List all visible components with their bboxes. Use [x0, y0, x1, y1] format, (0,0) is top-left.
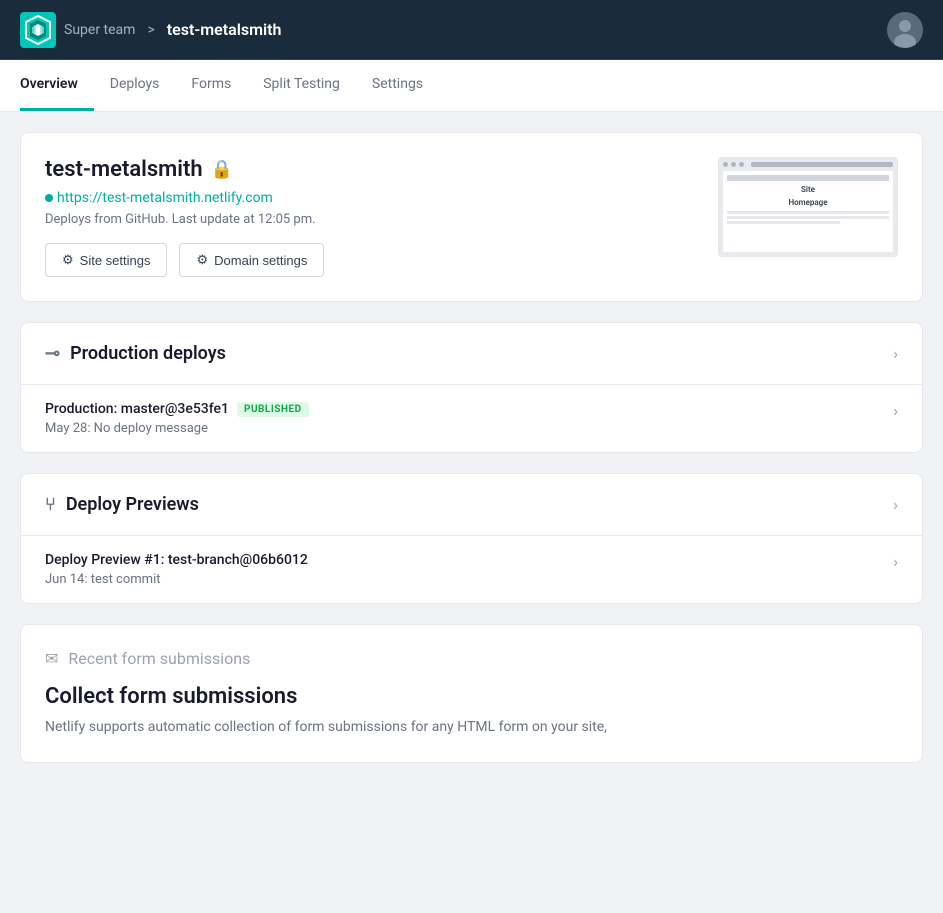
netlify-logo [20, 12, 56, 48]
pr-icon: ⑂ [45, 494, 56, 515]
preview-heading: Homepage [788, 198, 827, 207]
button-group: ⚙ Site settings ⚙ Domain settings [45, 243, 324, 277]
preview-item-info: Deploy Preview #1: test-branch@06b6012 J… [45, 552, 308, 587]
site-preview: Site Homepage [718, 157, 898, 257]
email-icon: ✉ [45, 649, 58, 668]
nav-item-split-testing[interactable]: Split Testing [247, 60, 356, 111]
preview-title-bar [727, 175, 889, 181]
deploy-previews-label: Deploy Previews [66, 494, 199, 515]
lock-icon: 🔒 [211, 159, 233, 180]
nav-item-forms[interactable]: Forms [175, 60, 247, 111]
form-section-header: ✉ Recent form submissions [45, 649, 898, 668]
deploy-previews-card: ⑂ Deploy Previews › Deploy Preview #1: t… [20, 473, 923, 604]
site-settings-label: Site settings [80, 253, 151, 268]
nav-item-deploys[interactable]: Deploys [94, 60, 176, 111]
nav-item-settings[interactable]: Settings [356, 60, 439, 111]
form-section-title: Recent form submissions [68, 649, 250, 668]
deploy-date: May 28: No deploy message [45, 421, 309, 436]
production-deploys-card: ⊸ Production deploys › Production: maste… [20, 322, 923, 453]
preview-line-3 [727, 221, 840, 224]
site-url-link[interactable]: https://test-metalsmith.netlify.com [45, 190, 324, 206]
domain-settings-button[interactable]: ⚙ Domain settings [179, 243, 324, 277]
domain-settings-label: Domain settings [214, 253, 307, 268]
deploy-item-title: Production: master@3e53fe1 PUBLISHED [45, 401, 309, 417]
production-deploys-title: ⊸ Production deploys [45, 343, 226, 364]
header: Super team > test-metalsmith [0, 0, 943, 60]
site-title-text: test-metalsmith [45, 157, 203, 182]
preview-date: Jun 14: test commit [45, 572, 308, 587]
content: test-metalsmith 🔒 https://test-metalsmit… [0, 112, 943, 913]
preview-item-chevron-icon: › [893, 552, 898, 571]
nav-item-overview[interactable]: Overview [20, 60, 94, 111]
chevron-right-icon: › [893, 344, 898, 363]
site-info: test-metalsmith 🔒 https://test-metalsmit… [45, 157, 324, 277]
collect-desc: Netlify supports automatic collection of… [45, 717, 898, 738]
deploy-title-text: Production: master@3e53fe1 [45, 401, 229, 417]
site-url-text: https://test-metalsmith.netlify.com [57, 190, 273, 206]
preview-bar [723, 162, 893, 167]
preview-dot-3 [739, 162, 744, 167]
deploy-previews-header[interactable]: ⑂ Deploy Previews › [21, 474, 922, 536]
deploy-chevron-icon: › [893, 401, 898, 420]
preview-address-bar [751, 162, 893, 167]
preview-title-text: Deploy Preview #1: test-branch@06b6012 [45, 552, 308, 568]
form-submissions-card: ✉ Recent form submissions Collect form s… [20, 624, 923, 763]
avatar[interactable] [887, 12, 923, 48]
site-info-card: test-metalsmith 🔒 https://test-metalsmit… [20, 132, 923, 302]
preview-line-1 [727, 211, 889, 214]
gear-icon: ⚙ [62, 252, 74, 268]
header-separator: > [147, 22, 154, 38]
published-badge: PUBLISHED [237, 402, 309, 417]
production-deploys-label: Production deploys [70, 343, 226, 364]
site-name: test-metalsmith [167, 20, 282, 39]
url-status-dot [45, 194, 53, 202]
preview-title: Site [801, 185, 815, 194]
site-settings-button[interactable]: ⚙ Site settings [45, 243, 167, 277]
preview-line-2 [727, 216, 889, 219]
site-title: test-metalsmith 🔒 [45, 157, 324, 182]
site-card-inner: test-metalsmith 🔒 https://test-metalsmit… [21, 133, 922, 301]
preview-dot-2 [731, 162, 736, 167]
commits-icon: ⊸ [45, 343, 60, 364]
deploy-item-info: Production: master@3e53fe1 PUBLISHED May… [45, 401, 309, 436]
team-name: Super team [64, 22, 135, 38]
production-deploys-header[interactable]: ⊸ Production deploys › [21, 323, 922, 385]
preview-item-title: Deploy Preview #1: test-branch@06b6012 [45, 552, 308, 568]
deploy-previews-title: ⑂ Deploy Previews [45, 494, 199, 515]
nav: Overview Deploys Forms Split Testing Set… [0, 60, 943, 112]
collect-title: Collect form submissions [45, 684, 898, 709]
header-left: Super team > test-metalsmith [20, 12, 281, 48]
domain-icon: ⚙ [196, 252, 208, 268]
deploy-preview-item[interactable]: Deploy Preview #1: test-branch@06b6012 J… [21, 536, 922, 603]
production-deploy-item[interactable]: Production: master@3e53fe1 PUBLISHED May… [21, 385, 922, 452]
preview-dot-1 [723, 162, 728, 167]
preview-content: Site Homepage [723, 171, 893, 252]
deploy-info: Deploys from GitHub. Last update at 12:0… [45, 212, 324, 227]
previews-chevron-right-icon: › [893, 495, 898, 514]
preview-text-lines [727, 211, 889, 226]
preview-mockup: Site Homepage [719, 158, 897, 256]
